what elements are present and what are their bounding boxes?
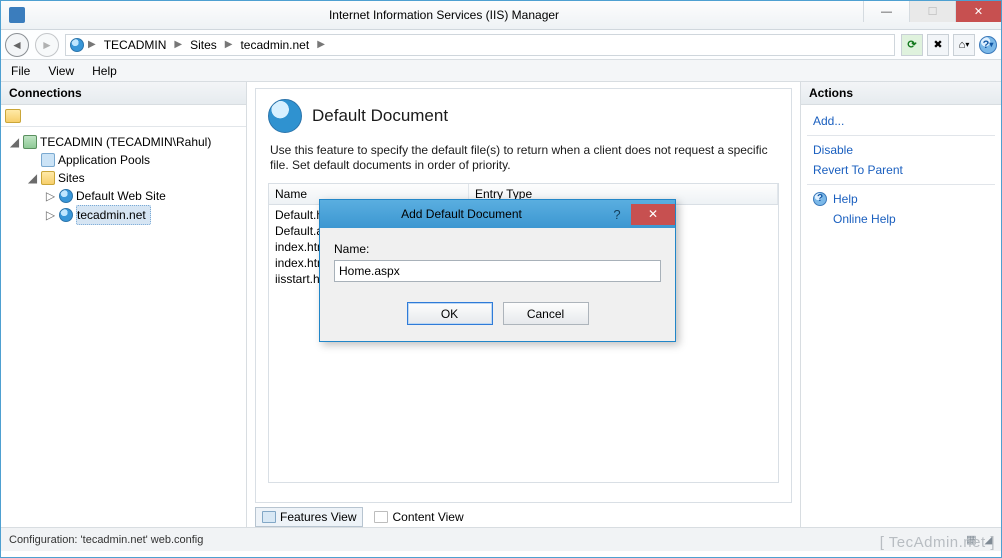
actions-panel: Actions Add... Disable Revert To Parent … [801, 82, 1001, 527]
close-button[interactable]: ✕ [955, 1, 1001, 22]
menu-view[interactable]: View [48, 64, 74, 78]
statusbar: Configuration: 'tecadmin.net' web.config… [1, 527, 1001, 551]
tree-site-default-row[interactable]: ▷ Default Web Site [5, 187, 242, 205]
tree-server-label: TECADMIN (TECADMIN\Rahul) [40, 133, 211, 151]
dialog-help-button[interactable]: ? [603, 207, 631, 222]
status-config: Configuration: 'tecadmin.net' web.config [9, 534, 203, 546]
dialog-title: Add Default Document [320, 207, 603, 221]
connections-tree: ◢ TECADMIN (TECADMIN\Rahul) Application … [1, 127, 246, 229]
server-icon [23, 135, 37, 149]
iis-manager-window: Internet Information Services (IIS) Mana… [0, 0, 1002, 558]
nav-forward-button[interactable]: ► [35, 33, 59, 57]
globe-icon [59, 208, 73, 222]
chevron-right-icon: ▶ [88, 39, 96, 50]
app-pools-icon [41, 153, 55, 167]
menubar: File View Help [1, 60, 1001, 82]
action-online-help[interactable]: Online Help [801, 209, 1001, 229]
connections-toolbar [1, 105, 246, 127]
menu-file[interactable]: File [11, 64, 30, 78]
tab-features-view[interactable]: Features View [255, 507, 363, 527]
features-view-icon [262, 511, 276, 523]
chevron-right-icon: ▶ [225, 39, 233, 50]
expand-icon[interactable]: ▷ [45, 187, 56, 205]
window-controls: — ☐ ✕ [863, 1, 1001, 29]
connections-panel: Connections ◢ TECADMIN (TECADMIN\Rahul) … [1, 82, 247, 527]
help-button[interactable]: ?▾ [979, 36, 997, 54]
status-icon: ▦ [966, 533, 976, 546]
view-tabs: Features View Content View [255, 503, 792, 527]
separator [807, 135, 995, 136]
tab-features-label: Features View [280, 510, 356, 524]
page-title: Default Document [312, 106, 448, 126]
content-view-icon [374, 511, 388, 523]
collapse-icon[interactable]: ◢ [27, 169, 38, 187]
chevron-right-icon: ▶ [317, 39, 325, 50]
dialog-close-button[interactable]: ✕ [631, 204, 675, 225]
expand-icon[interactable]: ▷ [45, 206, 56, 224]
tree-site-tecadmin-label: tecadmin.net [76, 205, 151, 225]
tree-server-row[interactable]: ◢ TECADMIN (TECADMIN\Rahul) [5, 133, 242, 151]
page-heading: Default Document [268, 99, 779, 133]
action-disable[interactable]: Disable [801, 140, 1001, 160]
resize-grip-icon[interactable]: ◢ [985, 533, 993, 546]
breadcrumb-site[interactable]: tecadmin.net [236, 36, 313, 54]
sites-icon [41, 171, 55, 185]
chevron-right-icon: ▶ [174, 39, 182, 50]
ok-button[interactable]: OK [407, 302, 493, 325]
tab-content-view[interactable]: Content View [367, 507, 470, 527]
action-help-label: Help [833, 192, 858, 206]
dialog-buttons: OK Cancel [334, 302, 661, 325]
connections-header: Connections [1, 82, 246, 105]
globe-icon [59, 189, 73, 203]
breadcrumb-sites[interactable]: Sites [186, 36, 221, 54]
status-right-icons: ▦ ◢ [966, 533, 993, 546]
tree-app-pools-row[interactable]: Application Pools [5, 151, 242, 169]
page-description: Use this feature to specify the default … [270, 143, 777, 173]
action-help[interactable]: ? Help [801, 189, 1001, 209]
home-button[interactable]: ⌂▾ [953, 34, 975, 56]
maximize-button[interactable]: ☐ [909, 1, 955, 22]
tree-sites-row[interactable]: ◢ Sites [5, 169, 242, 187]
action-add[interactable]: Add... [801, 111, 1001, 131]
address-bar: ◄ ► ▶ TECADMIN ▶ Sites ▶ tecadmin.net ▶ … [1, 30, 1001, 60]
menu-help[interactable]: Help [92, 64, 117, 78]
folder-icon[interactable] [5, 109, 21, 123]
window-title: Internet Information Services (IIS) Mana… [25, 8, 863, 22]
tree-site-tecadmin-row[interactable]: ▷ tecadmin.net [5, 205, 242, 225]
breadcrumb[interactable]: ▶ TECADMIN ▶ Sites ▶ tecadmin.net ▶ [65, 34, 895, 56]
actions-body: Add... Disable Revert To Parent ? Help O… [801, 105, 1001, 235]
cancel-button[interactable]: Cancel [503, 302, 589, 325]
address-tools: ⟳ ✖ ⌂▾ ?▾ [901, 34, 997, 56]
globe-icon [70, 38, 84, 52]
separator [807, 184, 995, 185]
actions-header: Actions [801, 82, 1001, 105]
stop-button[interactable]: ✖ [927, 34, 949, 56]
refresh-button[interactable]: ⟳ [901, 34, 923, 56]
collapse-icon[interactable]: ◢ [9, 133, 20, 151]
tree-site-default-label: Default Web Site [76, 187, 166, 205]
default-document-icon [268, 99, 302, 133]
app-icon [9, 7, 25, 23]
minimize-button[interactable]: — [863, 1, 909, 22]
dialog-body: Name: OK Cancel [320, 228, 675, 341]
tree-sites-label: Sites [58, 169, 85, 187]
titlebar: Internet Information Services (IIS) Mana… [1, 1, 1001, 30]
help-icon: ? [813, 192, 827, 206]
dialog-titlebar: Add Default Document ? ✕ [320, 200, 675, 228]
action-revert[interactable]: Revert To Parent [801, 160, 1001, 180]
nav-back-button[interactable]: ◄ [5, 33, 29, 57]
dialog-name-input[interactable] [334, 260, 661, 282]
dialog-name-label: Name: [334, 242, 661, 256]
tab-content-label: Content View [392, 510, 463, 524]
add-default-document-dialog: Add Default Document ? ✕ Name: OK Cancel [319, 199, 676, 342]
breadcrumb-server[interactable]: TECADMIN [100, 36, 171, 54]
tree-app-pools-label: Application Pools [58, 151, 150, 169]
